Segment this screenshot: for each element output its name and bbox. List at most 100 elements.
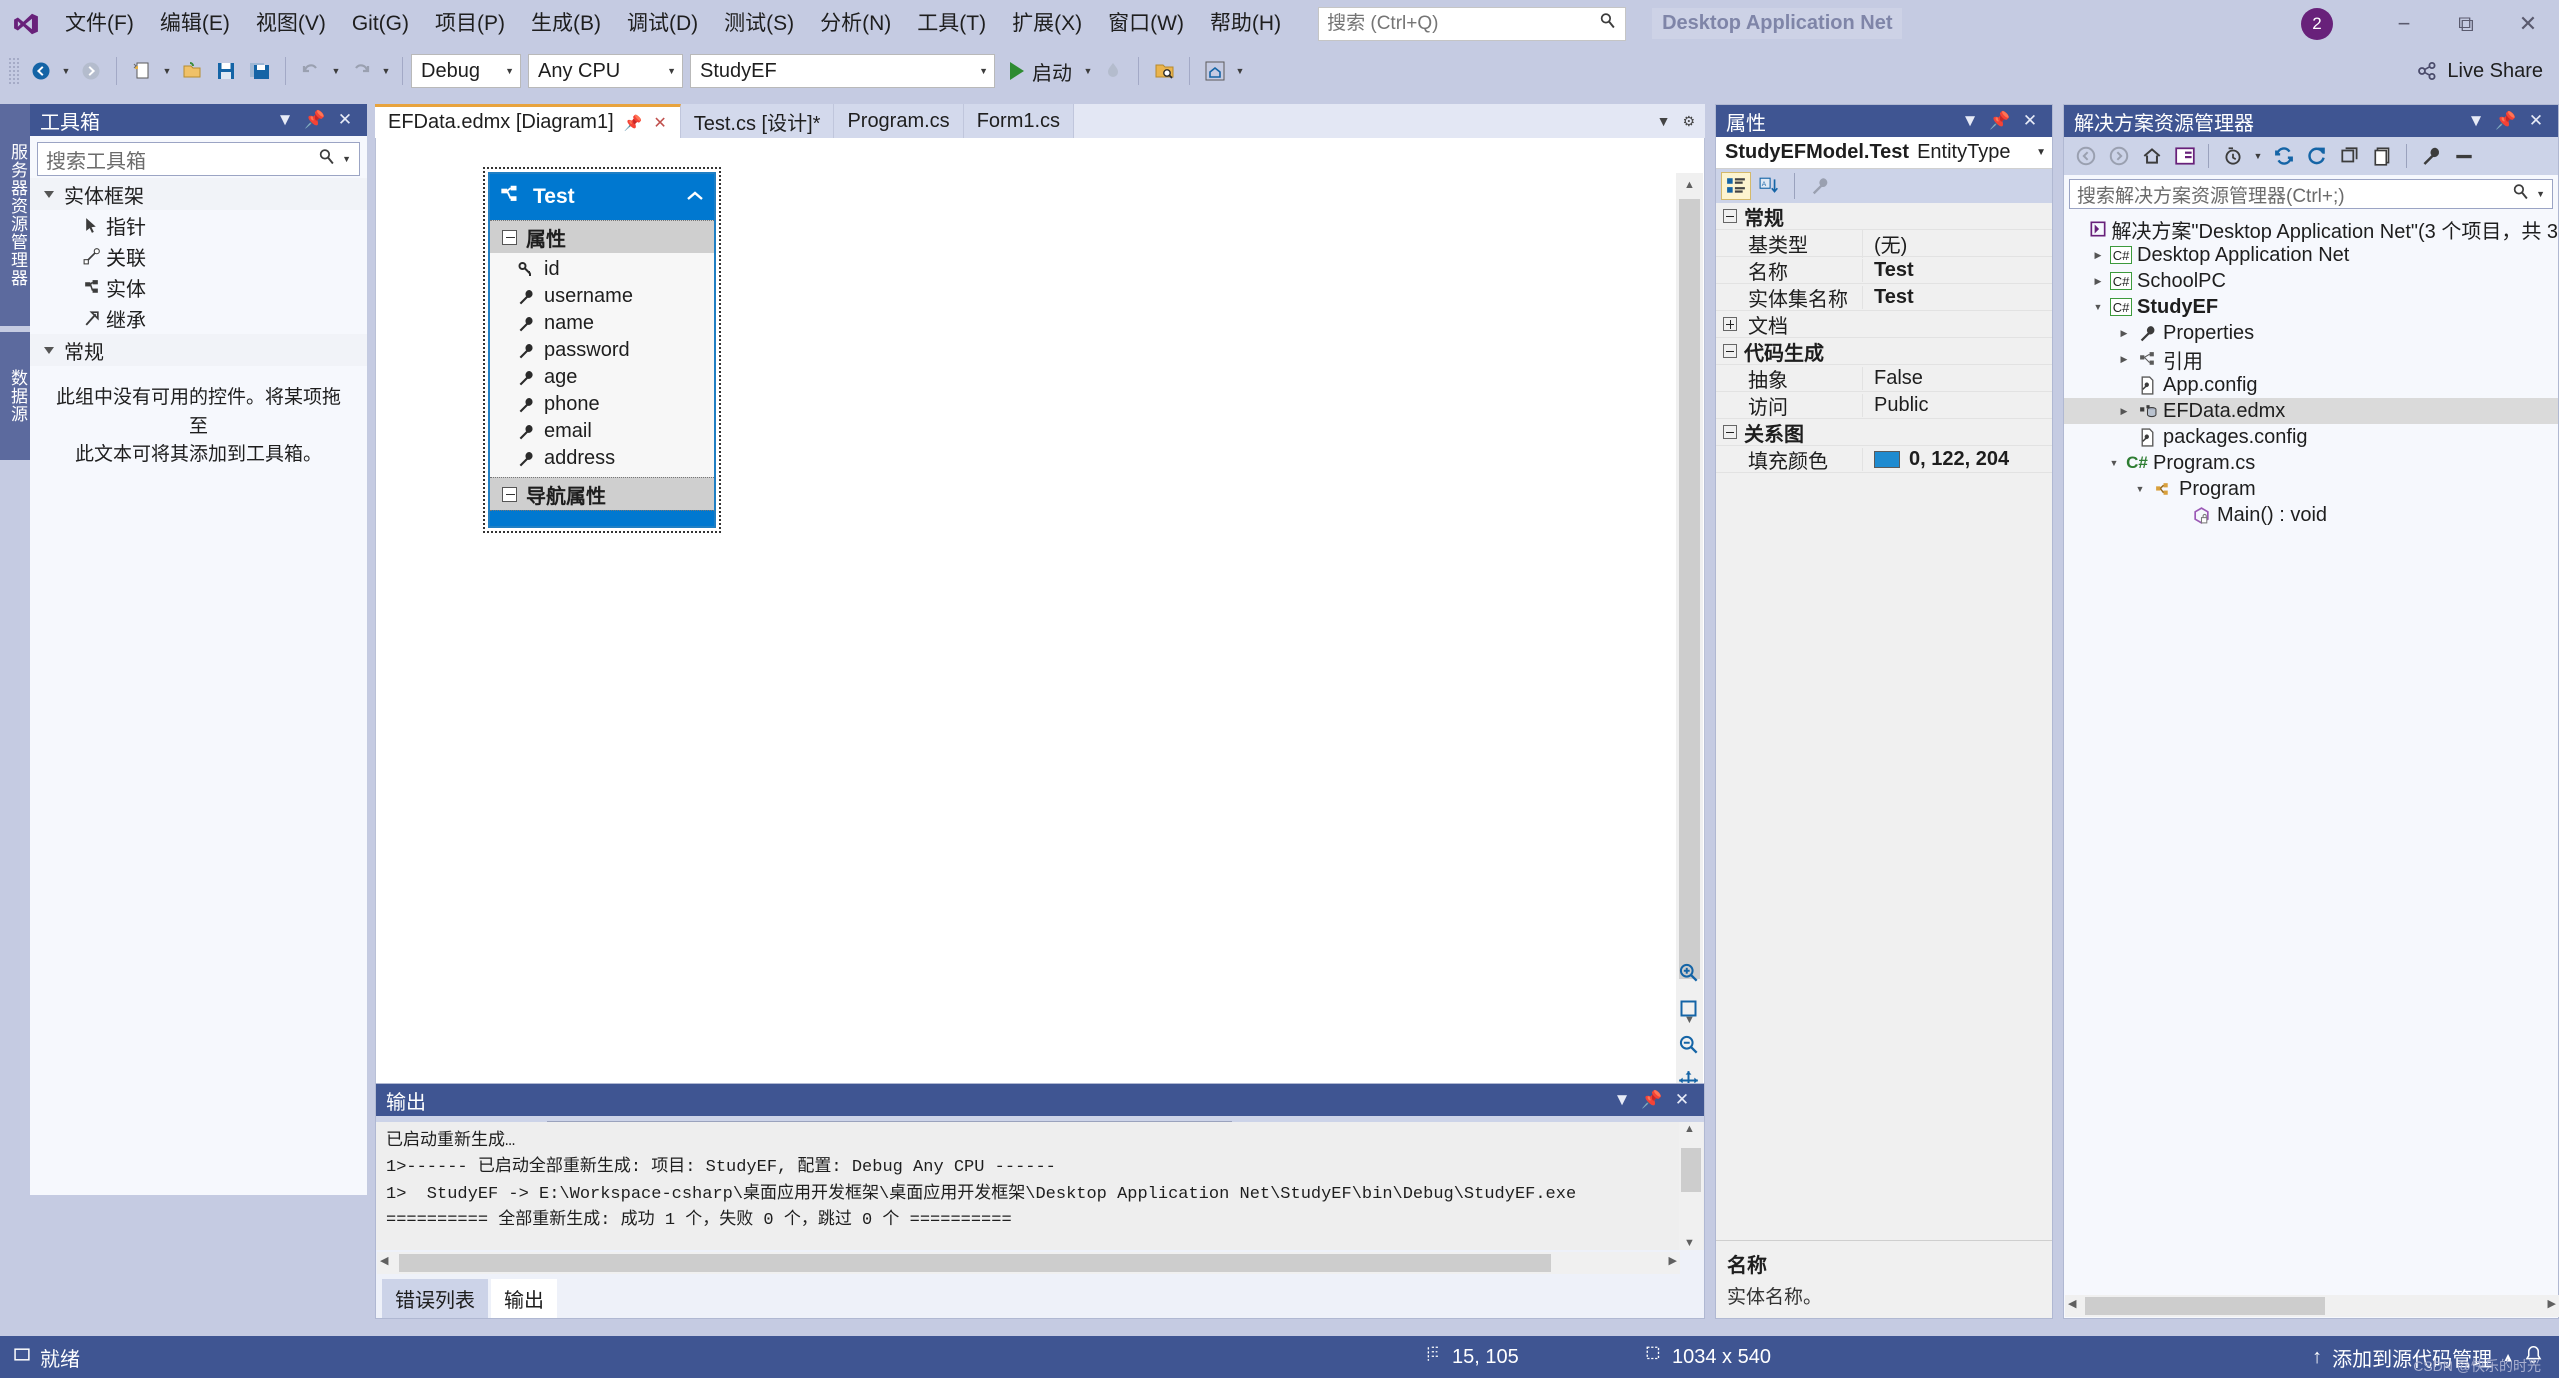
property-category-general[interactable]: 常规 [1716, 203, 2052, 230]
toolbox-item-association[interactable]: 关联 [30, 241, 367, 272]
editor-tab-efdata-edmx[interactable]: EFData.edmx [Diagram1] 📌 ✕ [375, 104, 681, 138]
properties-object-selector[interactable]: StudyEFModel.Test EntityType ▼ [1716, 137, 2052, 169]
output-pin-icon[interactable]: 📌 [1639, 1090, 1665, 1110]
property-row-access[interactable]: 访问 Public [1716, 392, 2052, 419]
preview-selected-items-icon[interactable] [2448, 141, 2479, 171]
chevron-right-icon[interactable]: ▶ [2088, 276, 2108, 287]
property-row-base-type[interactable]: 基类型 (无) [1716, 230, 2052, 257]
menu-item-debug[interactable]: 调试(D) [614, 0, 711, 47]
menu-item-tools[interactable]: 工具(T) [904, 0, 999, 47]
tab-error-list[interactable]: 错误列表 [382, 1279, 488, 1318]
properties-icon[interactable] [2415, 141, 2446, 171]
menu-item-git[interactable]: Git(G) [339, 0, 422, 47]
menu-item-extensions[interactable]: 扩展(X) [999, 0, 1095, 47]
zoom-reset-icon[interactable] [1678, 998, 1699, 1025]
global-search-box[interactable] [1318, 7, 1626, 41]
scroll-thumb[interactable] [2085, 1297, 2325, 1315]
sync-with-active-document-icon[interactable] [2268, 141, 2299, 171]
toolbox-item-pointer[interactable]: 指针 [30, 210, 367, 241]
minimize-button[interactable]: − [2373, 0, 2435, 47]
chevron-right-icon[interactable]: ▶ [2114, 328, 2134, 339]
chevron-down-icon[interactable]: ▼ [2104, 458, 2124, 468]
toolbox-close-icon[interactable]: ✕ [332, 110, 358, 130]
tree-node-efdata-edmx[interactable]: ▶ EFData.edmx [2064, 398, 2558, 424]
menu-item-build[interactable]: 生成(B) [518, 0, 614, 47]
property-pages-icon[interactable] [1805, 172, 1835, 200]
properties-menu-icon[interactable]: ▼ [1957, 111, 1983, 131]
chevron-down-icon[interactable]: ▼ [2536, 189, 2545, 199]
tree-node-packages-config[interactable]: packages.config [2064, 424, 2558, 450]
solution-explorer-search-box[interactable]: 搜索解决方案资源管理器(Ctrl+;) ▼ [2069, 179, 2553, 209]
menu-item-test[interactable]: 测试(S) [711, 0, 807, 47]
chevron-down-icon[interactable]: ▼ [342, 154, 351, 164]
chevron-down-icon[interactable]: ▼ [2130, 484, 2150, 494]
toolbox-search-box[interactable]: 搜索工具箱 ▼ [37, 142, 360, 176]
property-value[interactable]: Test [1862, 259, 2052, 282]
output-close-icon[interactable]: ✕ [1669, 1090, 1695, 1110]
chevron-right-icon[interactable]: ▶ [2114, 406, 2134, 417]
home-icon[interactable] [2136, 141, 2167, 171]
editor-settings-icon[interactable]: ⚙ [1682, 113, 1695, 130]
tree-node-program-cs[interactable]: ▼ C# Program.cs [2064, 450, 2558, 476]
scroll-thumb[interactable] [1679, 199, 1700, 979]
menu-item-window[interactable]: 窗口(W) [1095, 0, 1197, 47]
menu-item-project[interactable]: 项目(P) [422, 0, 518, 47]
new-project-dropdown-icon[interactable]: ▼ [159, 53, 175, 89]
toolbox-pin-icon[interactable]: 📌 [302, 110, 328, 130]
menu-item-file[interactable]: 文件(F) [52, 0, 147, 47]
output-menu-icon[interactable]: ▼ [1609, 1090, 1635, 1110]
scroll-up-icon[interactable]: ▲ [1676, 173, 1703, 197]
collapse-all-icon[interactable] [2334, 141, 2365, 171]
scroll-left-icon[interactable]: ◀ [2068, 1297, 2076, 1310]
save-button[interactable] [209, 53, 243, 89]
alphabetical-view-icon[interactable]: A [1754, 172, 1784, 200]
open-file-button[interactable] [175, 53, 209, 89]
menu-item-help[interactable]: 帮助(H) [1197, 0, 1294, 47]
startup-project-combo[interactable]: StudyEF ▼ [690, 54, 995, 88]
solution-platform-combo[interactable]: Any CPU ▼ [528, 54, 683, 88]
close-icon[interactable]: ✕ [653, 113, 666, 133]
editor-tab-test-cs[interactable]: Test.cs [设计]* [681, 104, 835, 138]
sidebar-tab-data-sources[interactable]: 数据源 [0, 332, 30, 460]
entity-property-row[interactable]: username [490, 283, 714, 310]
redo-button[interactable] [344, 53, 378, 89]
zoom-out-icon[interactable] [1678, 1034, 1699, 1061]
scroll-right-icon[interactable]: ▶ [1669, 1254, 1677, 1267]
entity-property-row[interactable]: password [490, 337, 714, 364]
close-button[interactable]: ✕ [2497, 0, 2559, 47]
global-search-input[interactable] [1327, 8, 1617, 40]
toolbox-item-entity[interactable]: 实体 [30, 272, 367, 303]
toolbar-grip[interactable] [8, 57, 20, 85]
property-value[interactable]: False [1862, 367, 2052, 390]
tree-node-references[interactable]: ▶ 引用 [2064, 346, 2558, 372]
restore-button[interactable]: ⧉ [2435, 0, 2497, 47]
entity-test[interactable]: Test 属性 id [488, 172, 716, 528]
property-row-fill-color[interactable]: 填充颜色 0, 122, 204 [1716, 446, 2052, 473]
editor-tab-program-cs[interactable]: Program.cs [834, 104, 963, 138]
solution-explorer-close-icon[interactable]: ✕ [2523, 111, 2549, 131]
entity-property-row[interactable]: id [490, 256, 714, 283]
scroll-thumb[interactable] [1681, 1148, 1701, 1192]
tab-list-dropdown-icon[interactable]: ▼ [1657, 113, 1671, 129]
property-value[interactable]: (无) [1862, 229, 2052, 258]
tree-node-app-config[interactable]: App.config [2064, 372, 2558, 398]
property-value[interactable]: Test [1862, 286, 2052, 309]
property-category-code-generation[interactable]: 代码生成 [1716, 338, 2052, 365]
chevron-right-icon[interactable]: ▶ [2114, 354, 2134, 365]
undo-dropdown-icon[interactable]: ▼ [328, 53, 344, 89]
undo-button[interactable] [294, 53, 328, 89]
navigate-backward-button[interactable] [24, 53, 58, 89]
tree-node-program-class[interactable]: ▼ Program [2064, 476, 2558, 502]
zoom-in-icon[interactable] [1678, 962, 1699, 989]
solution-configuration-combo[interactable]: Debug ▼ [411, 54, 521, 88]
menu-item-edit[interactable]: 编辑(E) [147, 0, 243, 47]
categorized-view-icon[interactable] [1721, 172, 1751, 200]
toolbox-group-entity-framework[interactable]: 实体框架 [30, 178, 367, 210]
forward-icon[interactable] [2103, 141, 2134, 171]
entity-property-row[interactable]: age [490, 364, 714, 391]
solution-explorer-menu-icon[interactable]: ▼ [2463, 111, 2489, 131]
tree-node-schoolpc[interactable]: ▶ C# SchoolPC [2064, 268, 2558, 294]
toolbox-group-general[interactable]: 常规 [30, 334, 367, 366]
properties-pin-icon[interactable]: 📌 [1987, 111, 2013, 131]
tree-node-desktop-application-net[interactable]: ▶ C# Desktop Application Net [2064, 242, 2558, 268]
